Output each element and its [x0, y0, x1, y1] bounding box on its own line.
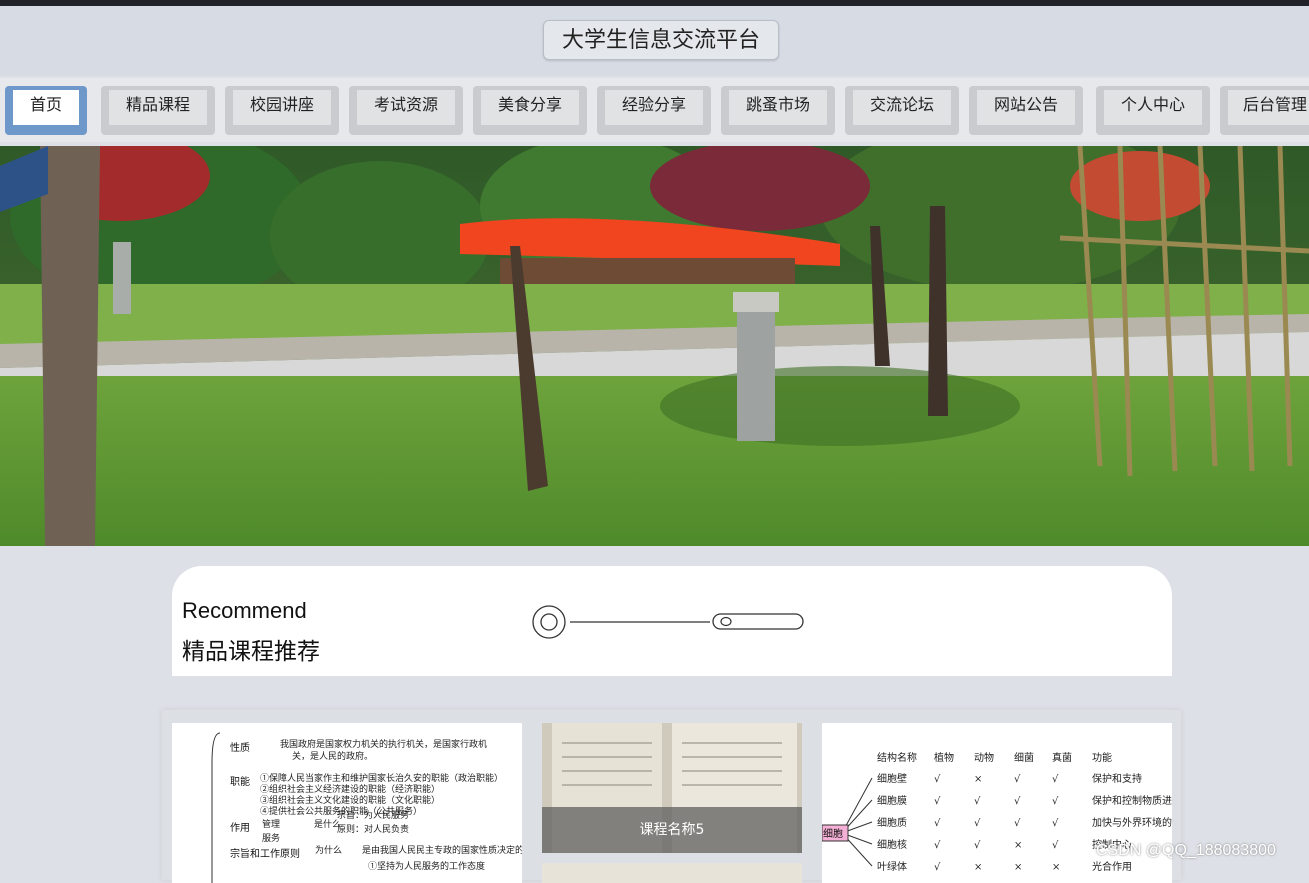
nav-item-label: 经验分享: [605, 90, 703, 125]
nav-item-9[interactable]: 个人中心: [1096, 86, 1210, 135]
table-header: 植物: [934, 751, 954, 764]
mindmap-label: 作用: [230, 822, 250, 834]
recommend-section: Recommend 精品课程推荐: [172, 566, 1172, 676]
nav-item-7[interactable]: 交流论坛: [845, 86, 959, 135]
table-cell: ×: [1014, 840, 1022, 851]
nav-item-3[interactable]: 考试资源: [349, 86, 463, 135]
mindmap-line: ②组织社会主义经济建设的职能（经济职能）: [260, 783, 440, 795]
nav-item-8[interactable]: 网站公告: [969, 86, 1083, 135]
mindmap-line: 是由我国人民民主专政的国家性质决定的: [362, 844, 522, 856]
table-cell: ×: [1052, 862, 1060, 873]
table-cell: 保护和控制物质进出: [1092, 794, 1172, 807]
nav-item-label: 精品课程: [109, 90, 207, 125]
decorative-divider-icon: [532, 605, 804, 639]
table-cell: 保护和支持: [1092, 772, 1142, 785]
table-cell: √: [1014, 774, 1021, 785]
nav-item-label: 后台管理: [1228, 90, 1309, 125]
mindmap-line: 服务: [262, 832, 280, 844]
mindmap-line: 原则：对人民负责: [337, 823, 409, 835]
table-cell: √: [934, 862, 941, 873]
mindmap-line: 宗旨：为人民服务: [337, 809, 409, 821]
table-cell: √: [974, 796, 981, 807]
mindmap-line: ①保障人民当家作主和维护国家长治久安的职能（政治职能）: [260, 772, 503, 784]
nav-item-5[interactable]: 经验分享: [597, 86, 711, 135]
table-cell: √: [934, 840, 941, 851]
course-caption-5: 课程名称5: [542, 807, 802, 853]
table-cell: √: [1052, 840, 1059, 851]
mindmap-root: 细胞: [823, 827, 843, 840]
nav-item-label: 跳蚤市场: [729, 90, 827, 125]
table-cell: √: [974, 840, 981, 851]
table-cell: 细胞核: [877, 838, 907, 851]
nav-item-label: 个人中心: [1104, 90, 1202, 125]
table-cell: ×: [1014, 862, 1022, 873]
table-cell: √: [1014, 796, 1021, 807]
banner-image: [0, 146, 1309, 546]
nav-item-label: 交流论坛: [853, 90, 951, 125]
table-cell: √: [934, 774, 941, 785]
nav-item-10[interactable]: 后台管理: [1220, 86, 1309, 135]
nav-item-2[interactable]: 校园讲座: [225, 86, 339, 135]
table-cell: √: [974, 818, 981, 829]
mindmap-line: ①坚持为人民服务的工作态度: [368, 860, 485, 872]
mindmap-bracket: [211, 732, 221, 883]
nav-item-label: 首页: [13, 90, 79, 125]
course-image-1: 性质 我国政府是国家权力机关的执行机关，是国家行政机关，是人民的政府。职能 ①保障人…: [211, 732, 522, 883]
nav-item-label: 考试资源: [357, 90, 455, 125]
mindmap-line: 我国政府是国家权力机关的执行机关，是国家行政机: [280, 738, 487, 750]
course-card-5[interactable]: 课程名称5: [542, 723, 802, 853]
nav-item-label: 校园讲座: [233, 90, 331, 125]
main-nav: 首页 精品课程 校园讲座 考试资源 美食分享 经验分享 跳蚤市场 交流论坛 网站公告 个人中心 后台…: [0, 78, 1309, 142]
nav-item-0[interactable]: 首页: [5, 86, 87, 135]
course-list: 性质 我国政府是国家权力机关的执行机关，是国家行政机 关，是人民的政府。职能 ①保障人…: [162, 710, 1181, 883]
table-cell: √: [1014, 818, 1021, 829]
recommend-title-en: Recommend: [182, 598, 307, 623]
banner-carousel[interactable]: [0, 146, 1309, 546]
mindmap-line: 为什么: [315, 844, 342, 856]
table-header: 功能: [1092, 751, 1112, 764]
mindmap-label: 职能: [230, 775, 250, 788]
table-cell: 光合作用: [1092, 860, 1132, 873]
table-cell: √: [1052, 774, 1059, 785]
mindmap-label: 性质: [230, 741, 250, 754]
table-cell: √: [934, 796, 941, 807]
table-cell: 细胞膜: [877, 794, 907, 807]
table-header: 结构名称: [877, 751, 917, 764]
table-cell: 加快与外界环境的物质交流: [1092, 816, 1172, 829]
mindmap-line: 管理: [262, 818, 280, 830]
table-header: 真菌: [1052, 751, 1072, 764]
table-header: 细菌: [1014, 751, 1034, 764]
table-cell: √: [1052, 796, 1059, 807]
table-cell: √: [1052, 818, 1059, 829]
table-header: 动物: [974, 751, 994, 764]
watermark: CSDN @QQ_188083800: [1096, 842, 1276, 859]
table-cell: √: [934, 818, 941, 829]
nav-item-4[interactable]: 美食分享: [473, 86, 587, 135]
course-card-1[interactable]: 性质 我国政府是国家权力机关的执行机关，是国家行政机 关，是人民的政府。职能 ①保障人…: [172, 723, 522, 883]
mindmap-line: ③组织社会主义文化建设的职能（文化职能）: [260, 794, 440, 806]
table-cell: ×: [974, 862, 982, 873]
nav-item-label: 网站公告: [977, 90, 1075, 125]
mindmap-label: 宗旨和工作原则: [230, 847, 300, 860]
nav-item-6[interactable]: 跳蚤市场: [721, 86, 835, 135]
nav-item-1[interactable]: 精品课程: [101, 86, 215, 135]
table-cell: 叶绿体: [877, 860, 907, 873]
recommend-title-cn: 精品课程推荐: [182, 639, 320, 665]
site-title: 大学生信息交流平台: [543, 20, 779, 60]
course-card-6[interactable]: [542, 863, 802, 883]
table-cell: 细胞壁: [877, 772, 907, 785]
table-cell: 细胞质: [877, 816, 907, 829]
site-header: 大学生信息交流平台: [0, 6, 1309, 76]
mindmap-line: 关，是人民的政府。: [292, 750, 373, 762]
table-cell: ×: [974, 774, 982, 785]
nav-item-label: 美食分享: [481, 90, 579, 125]
